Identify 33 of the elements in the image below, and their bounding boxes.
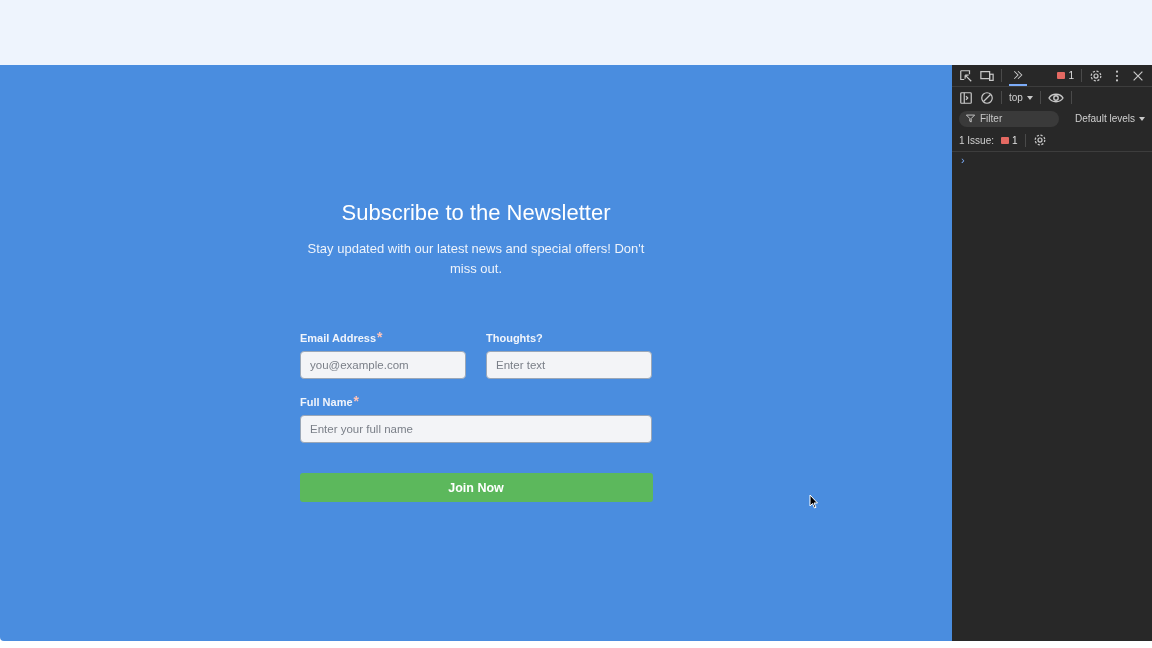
issues-label: 1 Issue: [959,134,995,146]
required-mark: * [377,329,383,345]
field-label: Thoughts? [486,332,543,344]
sidebar-icon[interactable] [959,90,973,105]
error-badge[interactable]: 1 [1057,70,1074,81]
field-label: Email Address [300,332,376,344]
flag-icon [1057,72,1066,79]
issues-badge[interactable]: 1 [1001,134,1018,146]
input-field[interactable]: Enter text [486,351,652,379]
chevrons-icon[interactable] [1012,68,1024,81]
form-subtitle: Stay updated with our latest news and special offers! Don't miss out. [306,240,646,278]
caret-icon [1026,95,1033,100]
cursor-icon [809,494,819,509]
filter-field[interactable]: Filter [980,111,1050,126]
levels-dropdown[interactable]: Default levels [1074,113,1145,124]
input-field[interactable]: you@example.com [300,351,466,379]
field-label: Full Name [300,396,353,408]
badge-count: 1 [1068,70,1074,81]
caret-icon [1139,116,1145,121]
filter-icon[interactable] [965,113,976,124]
input-field[interactable]: Enter your full name [300,415,652,443]
settings-icon[interactable] [1032,133,1047,147]
inspect-icon[interactable] [959,68,973,83]
console-prompt[interactable]: › [952,152,974,168]
filter-box[interactable]: Filter [959,110,1059,127]
context-dropdown[interactable]: top [1009,92,1033,103]
device-icon[interactable] [980,68,994,83]
required-mark: * [353,393,360,409]
flag-icon [1001,136,1010,144]
clear-icon[interactable] [980,90,994,105]
settings-icon[interactable] [1089,68,1103,83]
badge-count: 1 [1012,134,1018,146]
form-title: Subscribe to the Newsletter [341,199,611,227]
